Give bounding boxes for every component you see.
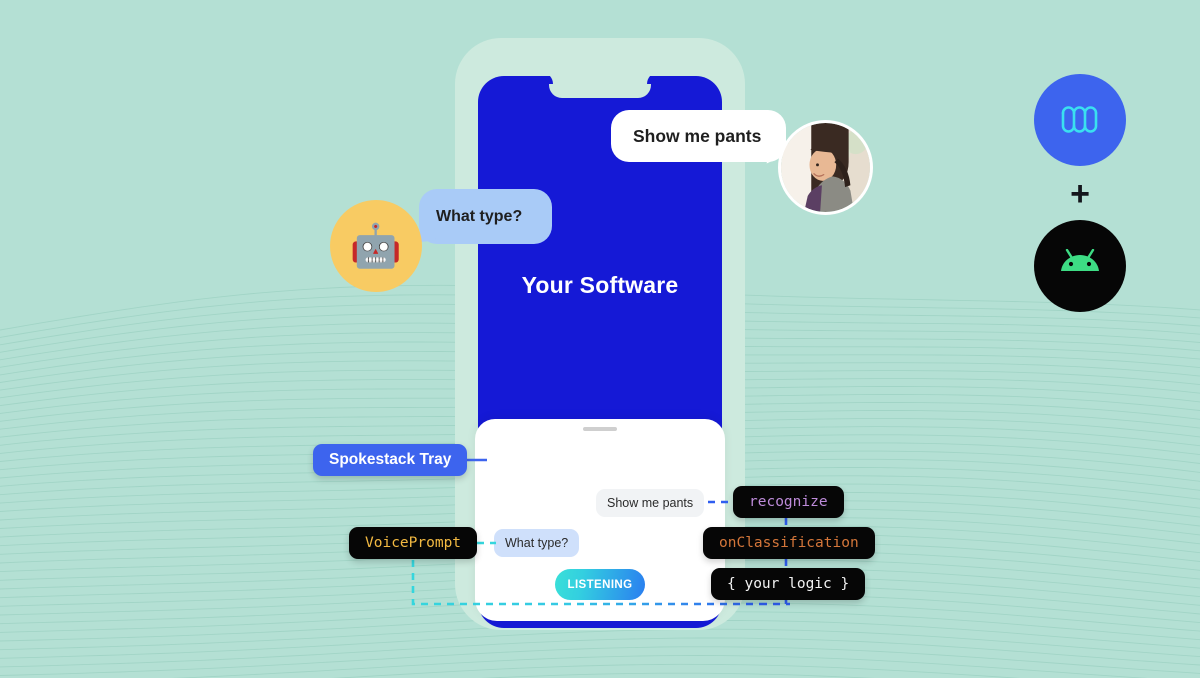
listening-status-button[interactable]: LISTENING xyxy=(555,569,645,600)
phone-notch xyxy=(549,76,651,98)
user-speech-text: Show me pants xyxy=(633,125,762,146)
user-speech-bubble: Show me pants xyxy=(611,110,804,169)
user-photo-avatar xyxy=(778,120,873,215)
plus-symbol: + xyxy=(1070,175,1090,213)
illustration-canvas: Your Software Show me pants What type? L… xyxy=(0,0,1200,678)
annotation-spokestack-tray[interactable]: Spokestack Tray xyxy=(313,444,468,476)
screen-title: Your Software xyxy=(521,272,679,298)
tray-message-user: Show me pants xyxy=(596,489,705,517)
android-robot-logo-icon xyxy=(1061,249,1099,271)
tray-message-app: What type? xyxy=(494,529,580,557)
annotation-voiceprompt[interactable]: VoicePrompt xyxy=(349,527,478,559)
bot-speech-text: What type? xyxy=(436,207,523,225)
annotation-recognize[interactable]: recognize xyxy=(733,486,844,518)
android-logo-badge xyxy=(1034,220,1126,312)
annotation-your-logic[interactable]: { your logic } xyxy=(711,568,866,600)
spokestack-waveform-logo-icon xyxy=(1061,106,1098,133)
spokestack-logo-badge xyxy=(1034,74,1126,166)
user-portrait-illustration xyxy=(781,123,870,212)
bot-speech-bubble: What type? xyxy=(404,189,552,244)
tray-drag-handle[interactable] xyxy=(583,427,617,431)
annotation-onclassification[interactable]: onClassification xyxy=(703,527,875,559)
robot-emoji-icon: 🤖 xyxy=(349,222,403,269)
robot-avatar: 🤖 xyxy=(330,200,422,292)
spokestack-tray-panel[interactable]: Show me pants What type? LISTENING xyxy=(475,419,725,621)
